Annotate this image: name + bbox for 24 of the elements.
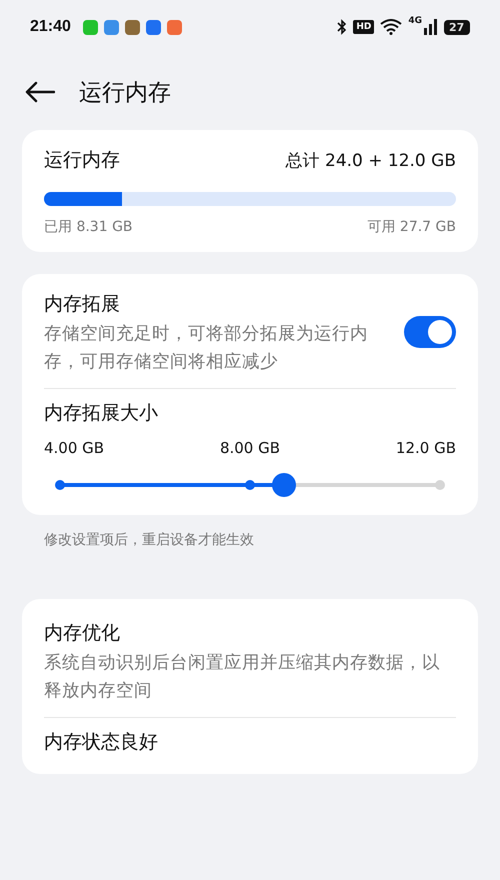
available-memory: 可用 27.7 GB <box>367 218 456 236</box>
network-label: 4G <box>408 16 422 26</box>
total-memory: 总计 24.0 + 12.0 GB <box>286 150 456 172</box>
bluetooth-icon <box>337 19 348 35</box>
wifi-icon <box>380 19 402 35</box>
tick-label: 8.00 GB <box>220 439 280 457</box>
used-memory: 已用 8.31 GB <box>44 218 133 236</box>
setting-title: 内存优化 <box>44 621 121 646</box>
battery-level: 27 <box>444 20 470 34</box>
signal-icon <box>424 19 438 35</box>
status-time: 21:40 <box>30 18 71 36</box>
memory-status: 内存状态良好 <box>44 730 159 755</box>
hint-text: 修改设置项后，重启设备才能生效 <box>44 531 255 550</box>
setting-description: 存储空间充足时，可将部分拓展为运行内存，可用存储空间将相应减少 <box>44 323 369 374</box>
setting-description: 系统自动识别后台闲置应用并压缩其内存数据，以释放内存空间 <box>44 652 441 703</box>
setting-title: 内存拓展 <box>44 292 121 317</box>
tick-label: 12.0 GB <box>396 439 456 457</box>
back-arrow-icon[interactable] <box>25 81 55 103</box>
setting-title: 内存拓展大小 <box>44 401 159 426</box>
page-title: 运行内存 <box>79 78 171 108</box>
card-title: 运行内存 <box>44 148 120 173</box>
hd-badge: HD <box>353 20 374 34</box>
tick-label: 4.00 GB <box>44 439 104 457</box>
toggle-switch[interactable] <box>404 316 456 348</box>
